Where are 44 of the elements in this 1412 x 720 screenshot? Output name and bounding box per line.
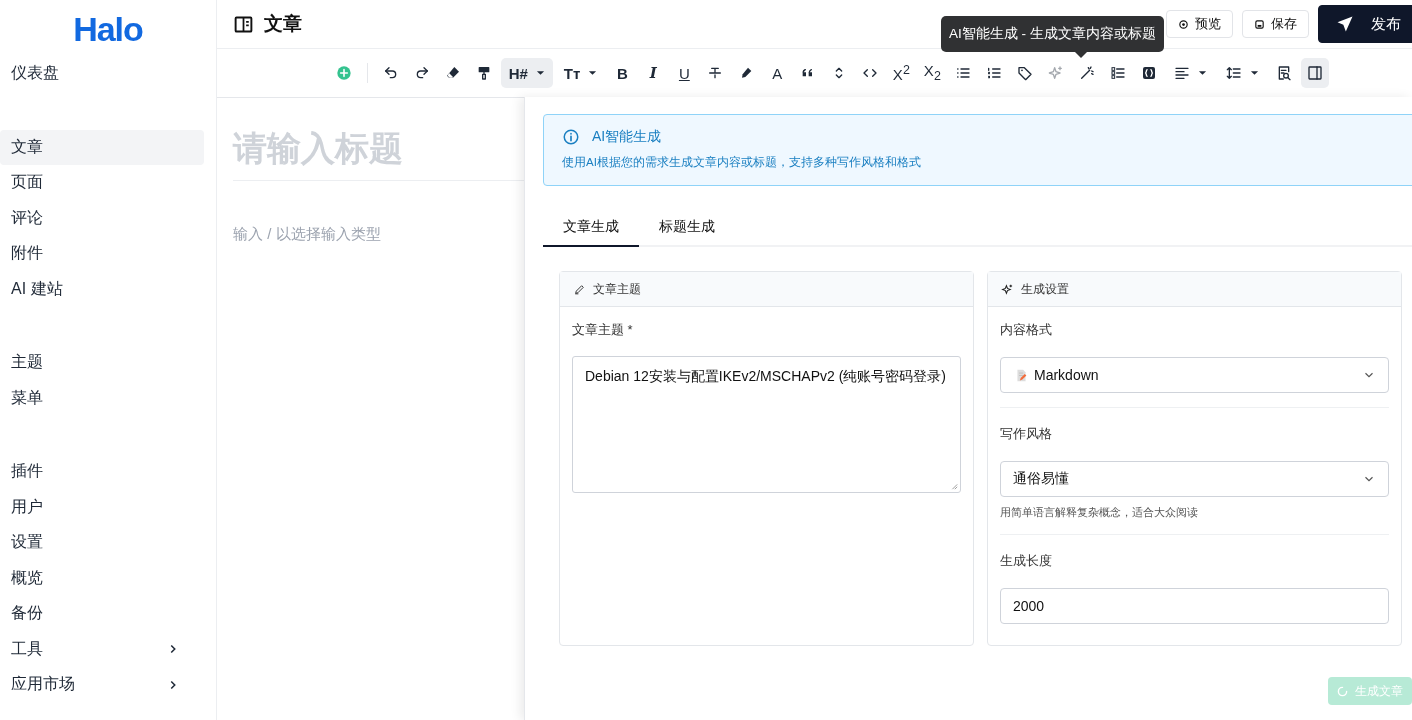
preview-button[interactable]: 预览 (1166, 10, 1233, 38)
page-title: 文章 (264, 12, 302, 36)
sidebar-item[interactable]: 附件 (0, 236, 204, 272)
sidebar-item[interactable]: 文章 (0, 129, 204, 165)
underline-button[interactable]: U (670, 58, 699, 88)
field-hint: 用简单语言解释复杂概念，适合大众阅读 (1000, 505, 1199, 520)
heading-button[interactable]: H# (500, 58, 553, 88)
sidebar-item[interactable]: 设置 (0, 525, 204, 561)
card-title: 生成设置 (1021, 280, 1069, 298)
sidebar-item[interactable]: 评论 (0, 200, 204, 236)
alert-title: AI智能生成 (592, 128, 662, 146)
select-field[interactable]: Markdown (1000, 357, 1389, 393)
sidebar-item[interactable]: 工具 (0, 631, 204, 667)
field-label: 生成长度 (1000, 552, 1053, 570)
halo-logo: Halo (73, 9, 143, 50)
topic-field[interactable]: Debian 12安装与配置IKEv2/MSCHAPv2 (纯账号密码登录) (572, 356, 961, 493)
save-button[interactable]: 保存 (1242, 10, 1309, 38)
sidebar-item[interactable]: 插件 (0, 454, 204, 490)
sidebar-item[interactable]: 应用市场 (0, 667, 204, 703)
sidebar-item[interactable]: 仪表盘 (0, 56, 204, 92)
field-label: 写作风格 (1000, 425, 1053, 443)
superscript-button[interactable]: X$^{2}$ (887, 58, 916, 88)
alert-description: 使用AI根据您的需求生成文章内容或标题，支持多种写作风格和格式 (562, 155, 922, 170)
subscript-button[interactable]: X$_{2}$ (918, 58, 947, 88)
sidebar-item[interactable]: AI 建站 (0, 271, 204, 307)
sidebar-item[interactable]: 页面 (0, 165, 204, 201)
bold-button[interactable]: B (608, 58, 637, 88)
tab[interactable]: 标题生成 (639, 218, 735, 247)
card-title: 文章主题 (593, 280, 641, 298)
italic-button[interactable]: I (639, 58, 668, 88)
field-label: 内容格式 (1000, 321, 1053, 339)
sidebar-item[interactable]: 主题 (0, 345, 204, 381)
publish-button[interactable]: 发布 (1318, 5, 1412, 43)
tooltip: AI智能生成 - 生成文章内容或标题 (941, 16, 1164, 52)
field-label: 文章主题 * (572, 321, 634, 339)
length-field[interactable]: 2000 (1000, 588, 1389, 624)
font-size-button[interactable]: Tт (555, 58, 606, 88)
sidebar-item[interactable]: 菜单 (0, 380, 204, 416)
sidebar-item[interactable]: 用户 (0, 489, 204, 525)
font-color-button[interactable]: A (763, 58, 792, 88)
sidebar-item[interactable]: 备份 (0, 596, 204, 632)
sidebar-item[interactable]: 概览 (0, 560, 204, 596)
select-field[interactable]: 通俗易懂 (1000, 461, 1389, 497)
tab[interactable]: 文章生成 (543, 218, 639, 247)
